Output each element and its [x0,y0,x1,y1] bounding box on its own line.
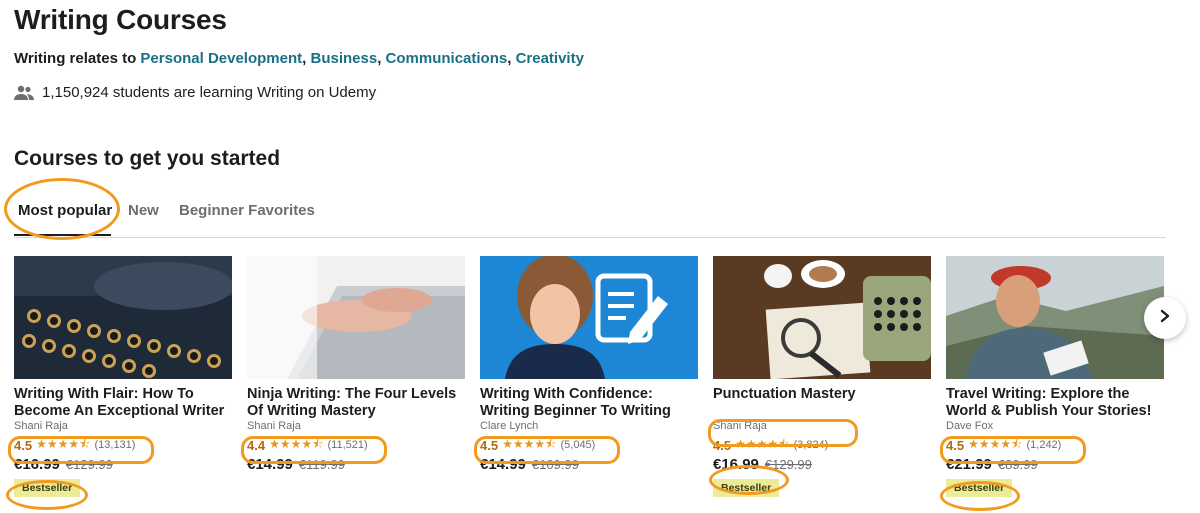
course-rating: 4.5 ★★★★⯪ (3,824) [713,436,931,454]
rating-count: (3,824) [793,439,829,451]
course-author: Clare Lynch [480,420,539,432]
course-rating: 4.5 ★★★★⯪ (5,045) [480,436,698,454]
course-tabs: Most popular New Beginner Favorites [14,196,1166,238]
price-row: €14.99 €109.99 [480,456,698,473]
course-rating: 4.5 ★★★★⯪ (13,131) [14,436,232,454]
course-author: Dave Fox [946,420,994,432]
course-card[interactable]: Ninja Writing: The Four Levels Of Writin… [247,256,465,473]
course-card[interactable]: Punctuation Mastery Shani Raja 4.5 ★★★★⯪… [713,256,931,497]
star-rating-icon: ★★★★⯪ [968,436,1023,451]
course-thumbnail[interactable] [247,256,465,379]
course-title[interactable]: Writing With Confidence: Writing Beginne… [480,386,698,420]
current-price: €21.99 [946,456,992,473]
course-title[interactable]: Writing With Flair: How To Become An Exc… [14,386,232,420]
relates-to-line: Writing relates to Personal Development,… [14,50,584,67]
topic-link-business[interactable]: Business [310,50,377,67]
course-rating: 4.5 ★★★★⯪ (1,242) [946,436,1164,454]
course-card[interactable]: Writing With Confidence: Writing Beginne… [480,256,698,473]
tab-beginner-favorites[interactable]: Beginner Favorites [179,202,315,219]
course-author: Shani Raja [713,420,767,432]
course-rating: 4.4 ★★★★⯪ (11,521) [247,436,465,454]
course-title[interactable]: Travel Writing: Explore the World & Publ… [946,386,1164,420]
rating-value: 4.5 [480,437,499,453]
course-card[interactable]: Travel Writing: Explore the World & Publ… [946,256,1164,497]
course-thumbnail[interactable] [946,256,1164,379]
star-rating-icon: ★★★★⯪ [735,436,790,451]
course-card[interactable]: Writing With Flair: How To Become An Exc… [14,256,232,497]
rating-count: (1,242) [1026,439,1062,451]
page-title: Writing Courses [14,4,227,35]
topic-link-creativity[interactable]: Creativity [516,50,584,67]
price-row: €16.99 €129.99 [14,456,232,473]
carousel-next-button[interactable] [1144,297,1186,339]
star-rating-icon: ★★★★⯪ [36,436,91,451]
active-tab-indicator [14,234,111,236]
chevron-right-icon [1158,309,1172,328]
tab-new[interactable]: New [128,202,159,219]
current-price: €14.99 [480,456,526,473]
course-author: Shani Raja [14,420,68,432]
star-rating-icon: ★★★★⯪ [269,436,324,451]
original-price: €129.99 [65,457,113,472]
course-thumbnail[interactable] [14,256,232,379]
price-row: €14.99 €119.99 [247,456,465,473]
current-price: €16.99 [14,456,60,473]
course-thumbnail[interactable] [713,256,931,379]
rating-count: (13,131) [94,439,136,451]
bestseller-badge: Bestseller [946,479,1013,497]
price-row: €16.99 €129.99 [713,456,931,473]
course-title[interactable]: Ninja Writing: The Four Levels Of Writin… [247,386,465,420]
original-price: €89.99 [997,457,1038,472]
people-icon [14,85,34,101]
course-author: Shani Raja [247,420,301,432]
original-price: €119.99 [298,457,345,472]
current-price: €16.99 [713,456,759,473]
bestseller-badge: Bestseller [713,479,780,497]
students-count: 1,150,924 students are learning Writing … [14,84,376,101]
section-title: Courses to get you started [14,147,281,170]
price-row: €21.99 €89.99 [946,456,1164,473]
course-thumbnail[interactable] [480,256,698,379]
rating-value: 4.5 [14,437,33,453]
tab-most-popular[interactable]: Most popular [18,202,112,219]
bestseller-badge: Bestseller [14,479,81,497]
original-price: €129.99 [764,457,812,472]
star-rating-icon: ★★★★⯪ [502,436,557,451]
rating-value: 4.4 [247,437,266,453]
rating-count: (5,045) [560,439,596,451]
topic-link-personal-development[interactable]: Personal Development [140,50,302,67]
original-price: €109.99 [531,457,579,472]
current-price: €14.99 [247,456,293,473]
rating-value: 4.5 [713,437,732,453]
topic-link-communications[interactable]: Communications [386,50,508,67]
rating-count: (11,521) [327,439,368,451]
rating-value: 4.5 [946,437,965,453]
course-title[interactable]: Punctuation Mastery [713,386,931,420]
